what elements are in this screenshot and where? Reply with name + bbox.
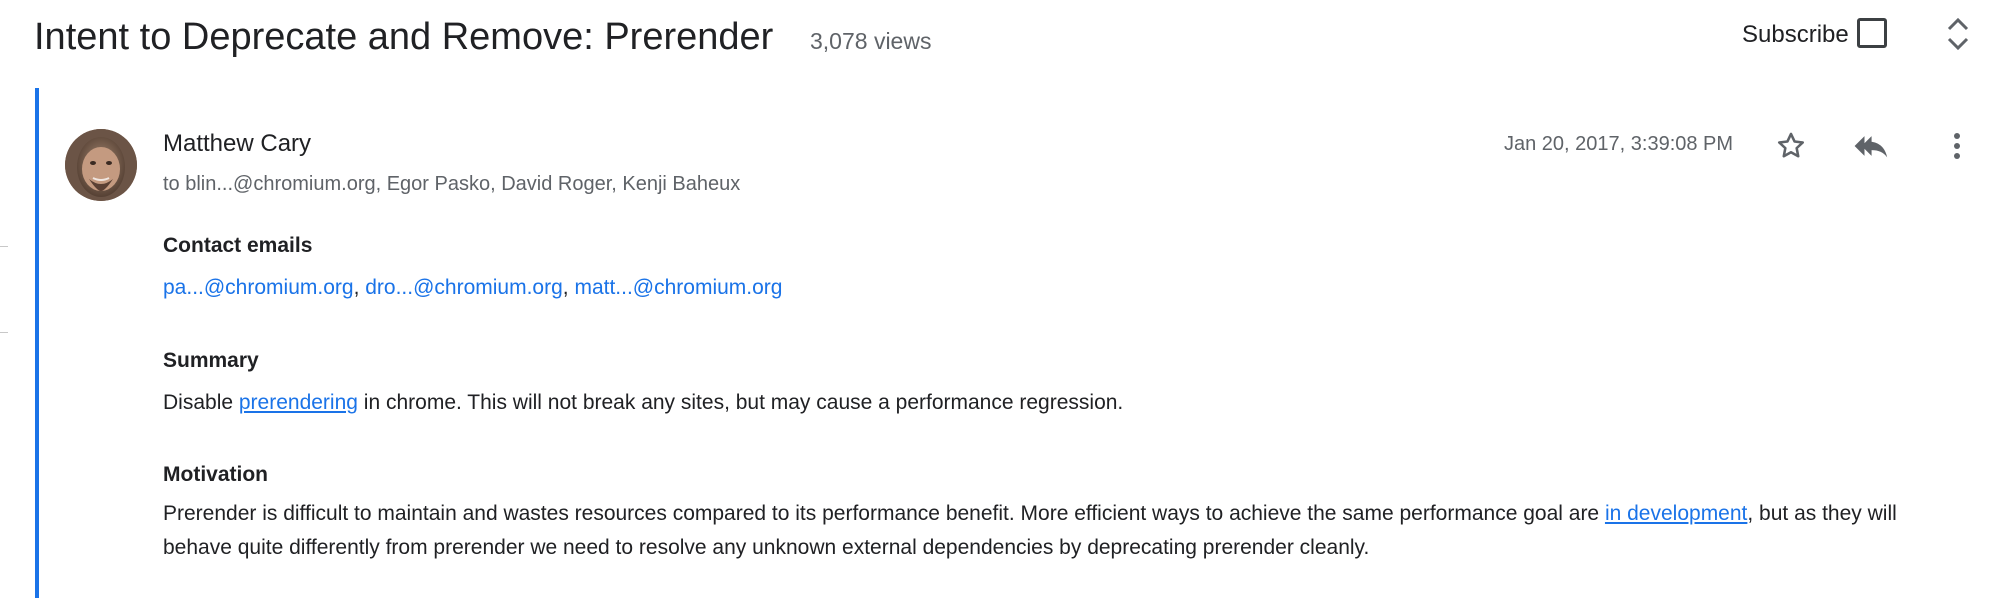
summary-text-after: in chrome. This will not break any sites… (357, 391, 1124, 414)
prerendering-link[interactable]: prerendering (239, 391, 358, 414)
view-count: 3,078 views (810, 28, 932, 54)
message-date: Jan 20, 2017, 3:39:08 PM (1504, 133, 1734, 155)
contact-emails: pa...@chromium.org, dro...@chromium.org,… (163, 271, 782, 305)
more-vert-icon[interactable] (1947, 129, 1967, 163)
motivation-section: Motivation (163, 461, 268, 489)
in-development-link[interactable]: in development (1605, 502, 1747, 525)
motivation-heading: Motivation (163, 463, 268, 486)
motivation-text-before: Prerender is difficult to maintain and w… (163, 502, 1605, 525)
margin-tick (0, 246, 8, 247)
email-link[interactable]: dro...@chromium.org (365, 276, 563, 299)
contact-heading: Contact emails (163, 234, 313, 257)
summary-text-before: Disable (163, 391, 239, 414)
email-link[interactable]: pa...@chromium.org (163, 276, 354, 299)
sender-name[interactable]: Matthew Cary (163, 129, 311, 159)
margin-tick (0, 332, 8, 333)
subscribe-label[interactable]: Subscribe (1742, 18, 1849, 52)
thread-title: Intent to Deprecate and Remove: Prerende… (34, 16, 774, 58)
email-link[interactable]: matt...@chromium.org (574, 276, 782, 299)
recipients: to blin...@chromium.org, Egor Pasko, Dav… (163, 173, 741, 195)
thread-header: Intent to Deprecate and Remove: Prerende… (0, 0, 1999, 78)
email-separator: , (562, 276, 575, 299)
summary-section: Summary (163, 347, 259, 375)
contact-section: Contact emails (163, 232, 312, 260)
summary-text: Disable prerendering in chrome. This wil… (163, 386, 1123, 420)
summary-heading: Summary (163, 349, 259, 372)
motivation-text: Prerender is difficult to maintain and w… (163, 497, 1903, 565)
star-icon[interactable] (1774, 129, 1808, 163)
subscribe-checkbox[interactable] (1857, 18, 1887, 48)
unfold-icon[interactable] (1943, 14, 1973, 54)
reply-all-icon[interactable] (1853, 129, 1893, 163)
avatar[interactable] (65, 129, 137, 201)
message-accent-bar (35, 88, 39, 598)
email-separator: , (353, 276, 366, 299)
